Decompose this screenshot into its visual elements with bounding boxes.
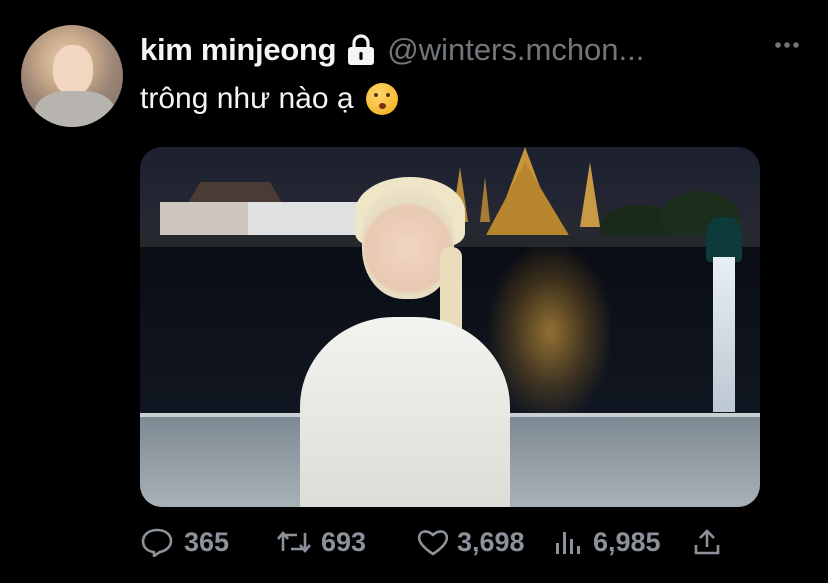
photo-person-body [300, 317, 510, 507]
photo-pillar [713, 257, 735, 412]
reply-icon [141, 528, 173, 557]
tweet-header: kim minjeong @winters.mchon... [140, 30, 644, 70]
retweet-count: 693 [321, 526, 367, 557]
retweet-icon [277, 530, 311, 554]
more-options-icon[interactable] [773, 38, 801, 52]
views-button[interactable]: 6,985 [553, 527, 661, 558]
photo-lamp [706, 217, 742, 262]
lock-icon [345, 34, 377, 66]
like-button[interactable]: 3,698 [416, 527, 525, 558]
tweet-text-content: trông như nào ạ [140, 82, 354, 115]
views-count: 6,985 [593, 526, 661, 557]
tweet-text: trông như nào ạ [140, 82, 398, 116]
display-name[interactable]: kim minjeong [140, 32, 337, 68]
like-count: 3,698 [457, 526, 525, 557]
avatar-face [53, 45, 93, 95]
avatar-body [35, 91, 115, 127]
retweet-button[interactable]: 693 [275, 527, 366, 558]
heart-icon [417, 530, 449, 556]
reply-button[interactable]: 365 [140, 527, 229, 558]
avatar[interactable] [21, 25, 123, 127]
share-button[interactable] [692, 527, 722, 557]
views-icon [556, 532, 580, 554]
reply-count: 365 [184, 526, 230, 557]
user-handle[interactable]: @winters.mchon... [387, 32, 644, 68]
tweet-photo[interactable] [140, 147, 760, 507]
kissing-face-emoji-icon [365, 83, 398, 115]
share-icon [694, 529, 720, 555]
